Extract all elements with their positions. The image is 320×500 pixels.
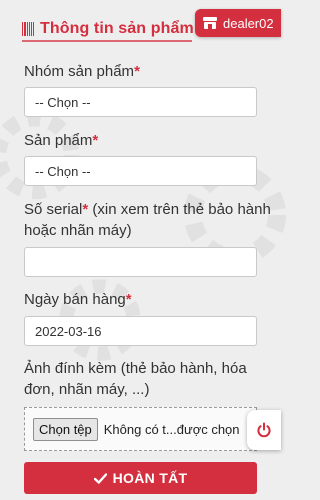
- serial-hint: hoặc nhãn máy): [24, 222, 132, 239]
- product-value: -- Chọn --: [35, 163, 91, 179]
- sale-date-label: Ngày bán hàng*: [24, 291, 132, 308]
- serial-input[interactable]: [24, 247, 257, 277]
- product-group-label: Nhóm sản phẩm*: [24, 63, 140, 80]
- submit-button[interactable]: HOÀN TẤT: [24, 462, 257, 494]
- page-title-text: Thông tin sản phẩm: [40, 20, 194, 37]
- barcode-icon: [22, 22, 34, 36]
- serial-label: Số serial* (xin xem trên thẻ bảo hành: [24, 201, 271, 218]
- choose-file-button[interactable]: Chọn tệp: [33, 417, 98, 441]
- file-name: Không có t...được chọn: [103, 421, 240, 437]
- header: Thông tin sản phẩm dealer02: [0, 0, 281, 48]
- file-upload: Chọn tệp Không có t...được chọn: [24, 407, 257, 451]
- attachment-label: Ảnh đính kèm (thẻ bảo hành, hóa: [24, 360, 247, 377]
- store-icon: [203, 17, 217, 29]
- logout-button[interactable]: [247, 410, 281, 450]
- submit-label: HOÀN TẤT: [112, 470, 188, 486]
- product-group-select[interactable]: -- Chọn --: [24, 87, 257, 117]
- product-select[interactable]: -- Chọn --: [24, 156, 257, 186]
- sale-date-input[interactable]: 2022-03-16: [24, 316, 257, 346]
- product-label: Sản phẩm*: [24, 132, 99, 149]
- check-icon: [93, 472, 107, 484]
- attachment-label-line2: đơn, nhãn máy, ...): [24, 381, 150, 398]
- user-badge[interactable]: dealer02: [195, 9, 281, 37]
- user-name: dealer02: [223, 15, 274, 31]
- sale-date-value: 2022-03-16: [35, 323, 102, 339]
- product-group-value: -- Chọn --: [35, 94, 91, 110]
- title-underline: [22, 40, 192, 42]
- page-title: Thông tin sản phẩm: [22, 20, 194, 38]
- power-icon: [257, 422, 271, 438]
